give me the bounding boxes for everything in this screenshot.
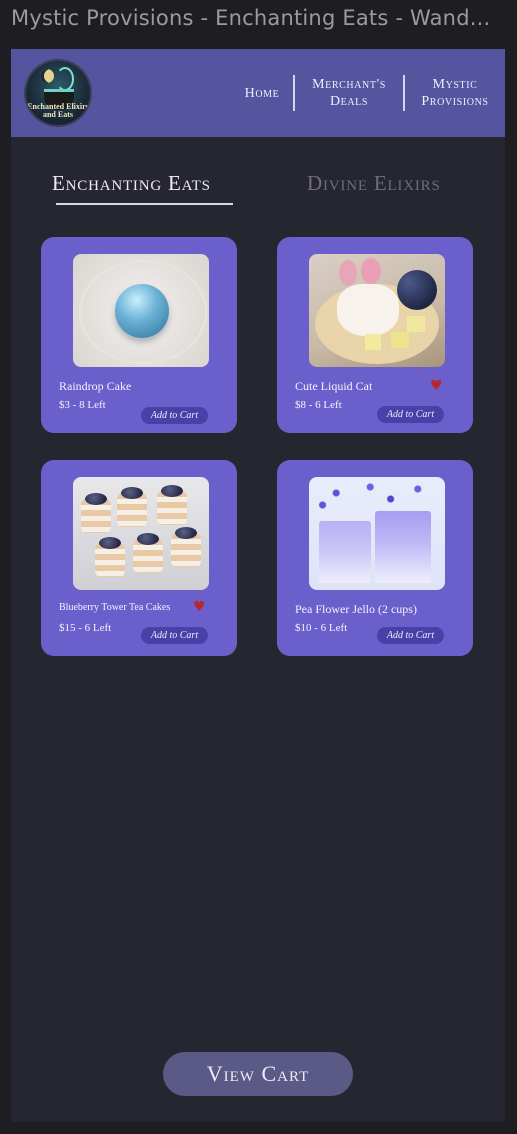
tea-cake-shape [157, 485, 187, 525]
product-card-pea-flower-jello[interactable]: Pea Flower Jello (2 cups) $10 - 6 Left A… [277, 460, 473, 656]
nav-merchants-deals-link[interactable]: Merchant's Deals [295, 76, 403, 110]
nav-deals-line2: Deals [329, 94, 369, 109]
product-card-blueberry-tower-tea-cakes[interactable]: Blueberry Tower Tea Cakes ♥ $15 - 6 Left… [41, 460, 237, 656]
product-name: Raindrop Cake [59, 379, 132, 393]
favorite-heart-icon[interactable]: ♥ [193, 600, 207, 614]
site-header: Enchanted Elixirs and Eats Home Merchant… [11, 49, 505, 137]
cheese-cube-shape [407, 316, 425, 332]
active-tab-underline [56, 203, 233, 205]
view-cart-button[interactable]: View Cart [163, 1052, 353, 1096]
product-card-cute-liquid-cat[interactable]: Cute Liquid Cat ♥ $8 - 6 Left Add to Car… [277, 237, 473, 433]
cat-face-shape [337, 284, 399, 336]
steam-icon [56, 67, 74, 91]
product-price-stock: $3 - 8 Left [59, 399, 106, 411]
window-title: Mystic Provisions - Enchanting Eats - Wa… [11, 6, 491, 30]
tea-cake-shape [117, 487, 147, 527]
cat-ear-shape [361, 258, 381, 284]
product-price-stock: $15 - 6 Left [59, 622, 112, 634]
nav-deals-line1: Merchant's [312, 77, 386, 92]
cat-cake-image [309, 254, 445, 367]
tab-enchanting-eats[interactable]: Enchanting Eats [52, 171, 211, 196]
jello-cup-shape [375, 511, 431, 583]
nav-mystic-provisions-link[interactable]: Mystic Provisions [405, 76, 505, 110]
tea-cake-shape [95, 537, 125, 577]
add-to-cart-button[interactable]: Add to Cart [141, 407, 208, 424]
cat-ear-shape [339, 260, 357, 286]
pea-flower-jello-image [309, 477, 445, 590]
app-frame: Enchanted Elixirs and Eats Home Merchant… [11, 49, 505, 1122]
moon-icon [40, 69, 54, 83]
add-to-cart-button[interactable]: Add to Cart [141, 627, 208, 644]
product-name: Pea Flower Jello (2 cups) [295, 602, 417, 616]
raindrop-shape [115, 284, 169, 338]
nav-mystic-line1: Mystic [432, 77, 478, 92]
product-price-stock: $10 - 6 Left [295, 622, 348, 634]
product-name: Cute Liquid Cat [295, 379, 373, 393]
tab-divine-elixirs[interactable]: Divine Elixirs [307, 171, 441, 196]
tea-cake-shape [171, 527, 201, 567]
cheese-cube-shape [365, 334, 381, 350]
add-to-cart-button[interactable]: Add to Cart [377, 406, 444, 423]
favorite-heart-icon[interactable]: ♥ [430, 379, 444, 393]
product-name: Blueberry Tower Tea Cakes [59, 602, 171, 613]
jello-cup-shape [319, 521, 371, 583]
add-to-cart-button[interactable]: Add to Cart [377, 627, 444, 644]
tea-cake-shape [133, 533, 163, 573]
blueberry-cakes-image [73, 477, 209, 590]
logo-text: Enchanted Elixirs and Eats [27, 102, 89, 119]
product-price-stock: $8 - 6 Left [295, 399, 342, 411]
nav-home-link[interactable]: Home [231, 85, 293, 102]
main-nav: Home Merchant's Deals Mystic Provisions [231, 75, 505, 111]
raindrop-cake-image [73, 254, 209, 367]
tea-cake-shape [81, 493, 111, 533]
berries-shape [397, 270, 437, 310]
site-logo[interactable]: Enchanted Elixirs and Eats [26, 61, 90, 125]
cheese-cube-shape [391, 332, 409, 348]
nav-mystic-line2: Provisions [421, 94, 489, 109]
product-card-raindrop-cake[interactable]: Raindrop Cake $3 - 8 Left Add to Cart [41, 237, 237, 433]
